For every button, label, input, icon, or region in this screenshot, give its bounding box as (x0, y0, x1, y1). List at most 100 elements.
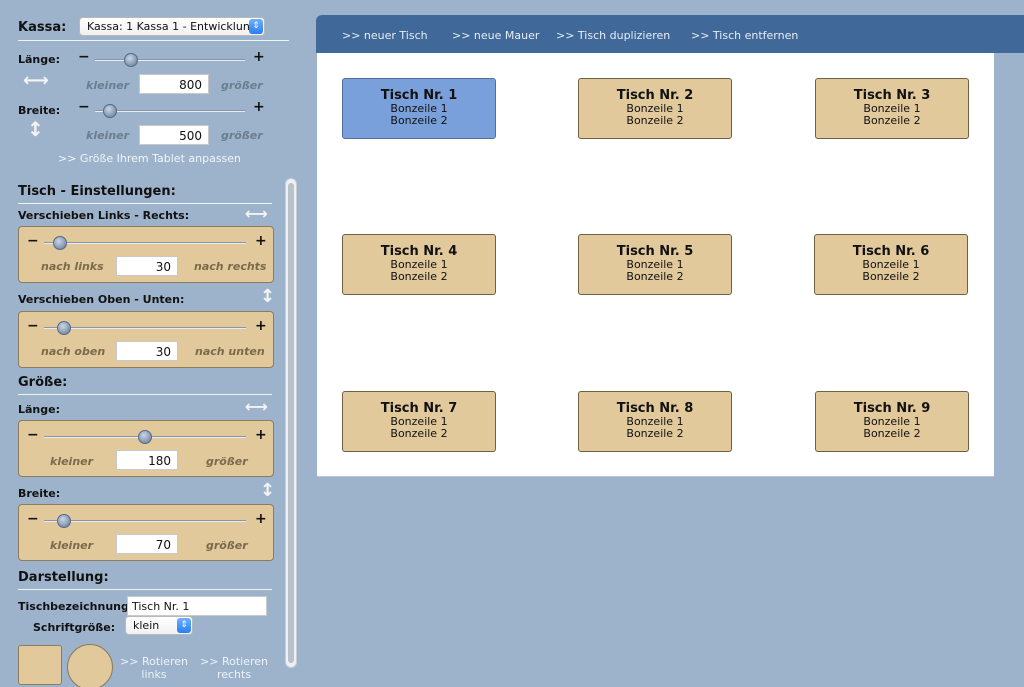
canvas-breite-slider[interactable] (103, 104, 117, 118)
table-2[interactable]: Tisch Nr. 2 Bonzeile 1 Bonzeile 2 (578, 78, 732, 139)
groesse-laenge-input[interactable]: 180 (116, 450, 178, 470)
canvas-breite-minus[interactable]: − (78, 100, 90, 114)
table-name: Tisch Nr. 1 (380, 88, 458, 103)
groesse-laenge-slider[interactable] (138, 430, 152, 444)
lr-track (44, 242, 246, 244)
ou-input[interactable]: 30 (116, 341, 178, 361)
table-line-2: Bonzeile 2 (390, 114, 448, 127)
new-table-link[interactable]: >> neuer Tisch (342, 29, 428, 42)
kassa-select[interactable]: Kassa: 1 Kassa 1 - Entwicklung ⇕ (79, 17, 265, 36)
table-line-2: Bonzeile 2 (390, 270, 448, 283)
schriftgroesse-label: Schriftgröße: (33, 621, 116, 634)
canvas-breite-input[interactable]: 500 (139, 125, 209, 145)
canvas-breite-right-word: größer (221, 129, 263, 142)
lr-input[interactable]: 30 (116, 256, 178, 276)
schriftgroesse-select[interactable]: klein ⇕ (125, 616, 193, 635)
groesse-title: Größe: (18, 375, 68, 390)
new-wall-link[interactable]: >> neue Mauer (452, 29, 539, 42)
panel-scrollbar[interactable] (285, 178, 297, 668)
table-9[interactable]: Tisch Nr. 9 Bonzeile 1 Bonzeile 2 (815, 391, 969, 452)
canvas-laenge-input[interactable]: 800 (139, 74, 209, 94)
lr-left-word: nach links (41, 260, 104, 273)
table-1[interactable]: Tisch Nr. 1 Bonzeile 1 Bonzeile 2 (342, 78, 496, 139)
table-3[interactable]: Tisch Nr. 3 Bonzeile 1 Bonzeile 2 (815, 78, 969, 139)
table-name: Tisch Nr. 6 (852, 244, 930, 259)
table-6[interactable]: Tisch Nr. 6 Bonzeile 1 Bonzeile 2 (814, 234, 968, 295)
tischbezeichnung-label: Tischbezeichnung: (18, 600, 134, 613)
table-name: Tisch Nr. 2 (616, 88, 694, 103)
duplicate-table-link[interactable]: >> Tisch duplizieren (556, 29, 670, 42)
table-line-2: Bonzeile 2 (862, 270, 920, 283)
chevron-updown-icon: ⇕ (249, 19, 263, 34)
canvas-breite-plus[interactable]: + (253, 100, 265, 114)
remove-table-link[interactable]: >> Tisch entfernen (691, 29, 798, 42)
table-5[interactable]: Tisch Nr. 5 Bonzeile 1 Bonzeile 2 (578, 234, 732, 295)
groesse-breite-input[interactable]: 70 (116, 534, 178, 554)
ou-track (44, 327, 246, 329)
chevron-updown-icon: ⇕ (177, 618, 191, 633)
settings-panel: Kassa: Kassa: 1 Kassa 1 - Entwicklung ⇕ … (0, 0, 300, 687)
lr-minus[interactable]: − (27, 234, 39, 248)
groesse-breite-label: Breite: (18, 487, 61, 500)
floor-plan-canvas[interactable]: Tisch Nr. 1 Bonzeile 1 Bonzeile 2 Tisch … (317, 53, 994, 477)
lr-right-word: nach rechts (194, 260, 267, 273)
table-name: Tisch Nr. 5 (616, 244, 694, 259)
horizontal-arrows-icon: ⟷ (245, 397, 268, 416)
table-7[interactable]: Tisch Nr. 7 Bonzeile 1 Bonzeile 2 (342, 391, 496, 452)
canvas-laenge-right-word: größer (221, 79, 263, 92)
groesse-breite-left-word: kleiner (50, 539, 94, 552)
table-name: Tisch Nr. 4 (380, 244, 458, 259)
kassa-label: Kassa: (18, 20, 67, 35)
groesse-laenge-label: Länge: (18, 403, 60, 416)
rotate-left-link[interactable]: >> Rotieren links (118, 655, 190, 681)
table-8[interactable]: Tisch Nr. 8 Bonzeile 1 Bonzeile 2 (578, 391, 732, 452)
canvas-laenge-track (95, 59, 245, 61)
canvas-laenge-plus[interactable]: + (253, 50, 265, 64)
kassa-select-value: Kassa: 1 Kassa 1 - Entwicklung (87, 20, 257, 33)
ou-left-word: nach oben (41, 345, 106, 358)
ou-plus[interactable]: + (255, 319, 267, 333)
ou-slider[interactable] (57, 321, 72, 335)
table-4[interactable]: Tisch Nr. 4 Bonzeile 1 Bonzeile 2 (342, 234, 496, 295)
lr-slider[interactable] (53, 236, 68, 250)
horizontal-arrows-icon: ⟷ (245, 204, 268, 223)
ou-minus[interactable]: − (27, 319, 39, 333)
groesse-laenge-minus[interactable]: − (27, 428, 39, 442)
table-name: Tisch Nr. 3 (853, 88, 931, 103)
table-line-2: Bonzeile 2 (390, 427, 448, 440)
groesse-breite-plus[interactable]: + (255, 512, 267, 526)
table-name: Tisch Nr. 9 (853, 401, 931, 416)
lr-label: Verschieben Links - Rechts: (18, 209, 190, 222)
groesse-laenge-box: − + kleiner 180 größer (18, 420, 274, 477)
divider (18, 589, 272, 590)
rotate-right-link[interactable]: >> Rotieren rechts (198, 655, 270, 681)
lr-control-box: − + nach links 30 nach rechts (18, 226, 274, 283)
round-shape-button[interactable] (67, 644, 113, 687)
divider (18, 394, 272, 395)
fit-tablet-link[interactable]: >> Größe Ihrem Tablet anpassen (58, 152, 241, 165)
table-line-2: Bonzeile 2 (863, 427, 921, 440)
table-line-2: Bonzeile 2 (626, 114, 684, 127)
scrollbar-thumb[interactable] (288, 183, 294, 663)
groesse-breite-minus[interactable]: − (27, 512, 39, 526)
canvas-laenge-label: Länge: (18, 53, 60, 66)
tischbezeichnung-input[interactable]: Tisch Nr. 1 (127, 596, 267, 616)
lr-plus[interactable]: + (255, 234, 267, 248)
vertical-arrows-icon: ↕ (260, 480, 276, 501)
toolbar: >> neuer Tisch >> neue Mauer >> Tisch du… (316, 15, 1024, 53)
vertical-arrows-icon: ↕ (27, 117, 44, 141)
square-shape-button[interactable] (18, 645, 62, 685)
groesse-laenge-plus[interactable]: + (255, 428, 267, 442)
canvas-laenge-slider[interactable] (124, 53, 138, 67)
groesse-breite-slider[interactable] (57, 514, 72, 528)
canvas-laenge-minus[interactable]: − (78, 50, 90, 64)
table-line-2: Bonzeile 2 (626, 270, 684, 283)
tisch-settings-title: Tisch - Einstellungen: (18, 184, 176, 199)
ou-right-word: nach unten (195, 345, 265, 358)
groesse-breite-track (44, 520, 246, 522)
schriftgroesse-value: klein (133, 619, 160, 632)
horizontal-arrows-icon: ⟷ (23, 70, 49, 91)
divider (18, 203, 272, 204)
vertical-arrows-icon: ↕ (260, 286, 276, 307)
table-line-2: Bonzeile 2 (863, 114, 921, 127)
